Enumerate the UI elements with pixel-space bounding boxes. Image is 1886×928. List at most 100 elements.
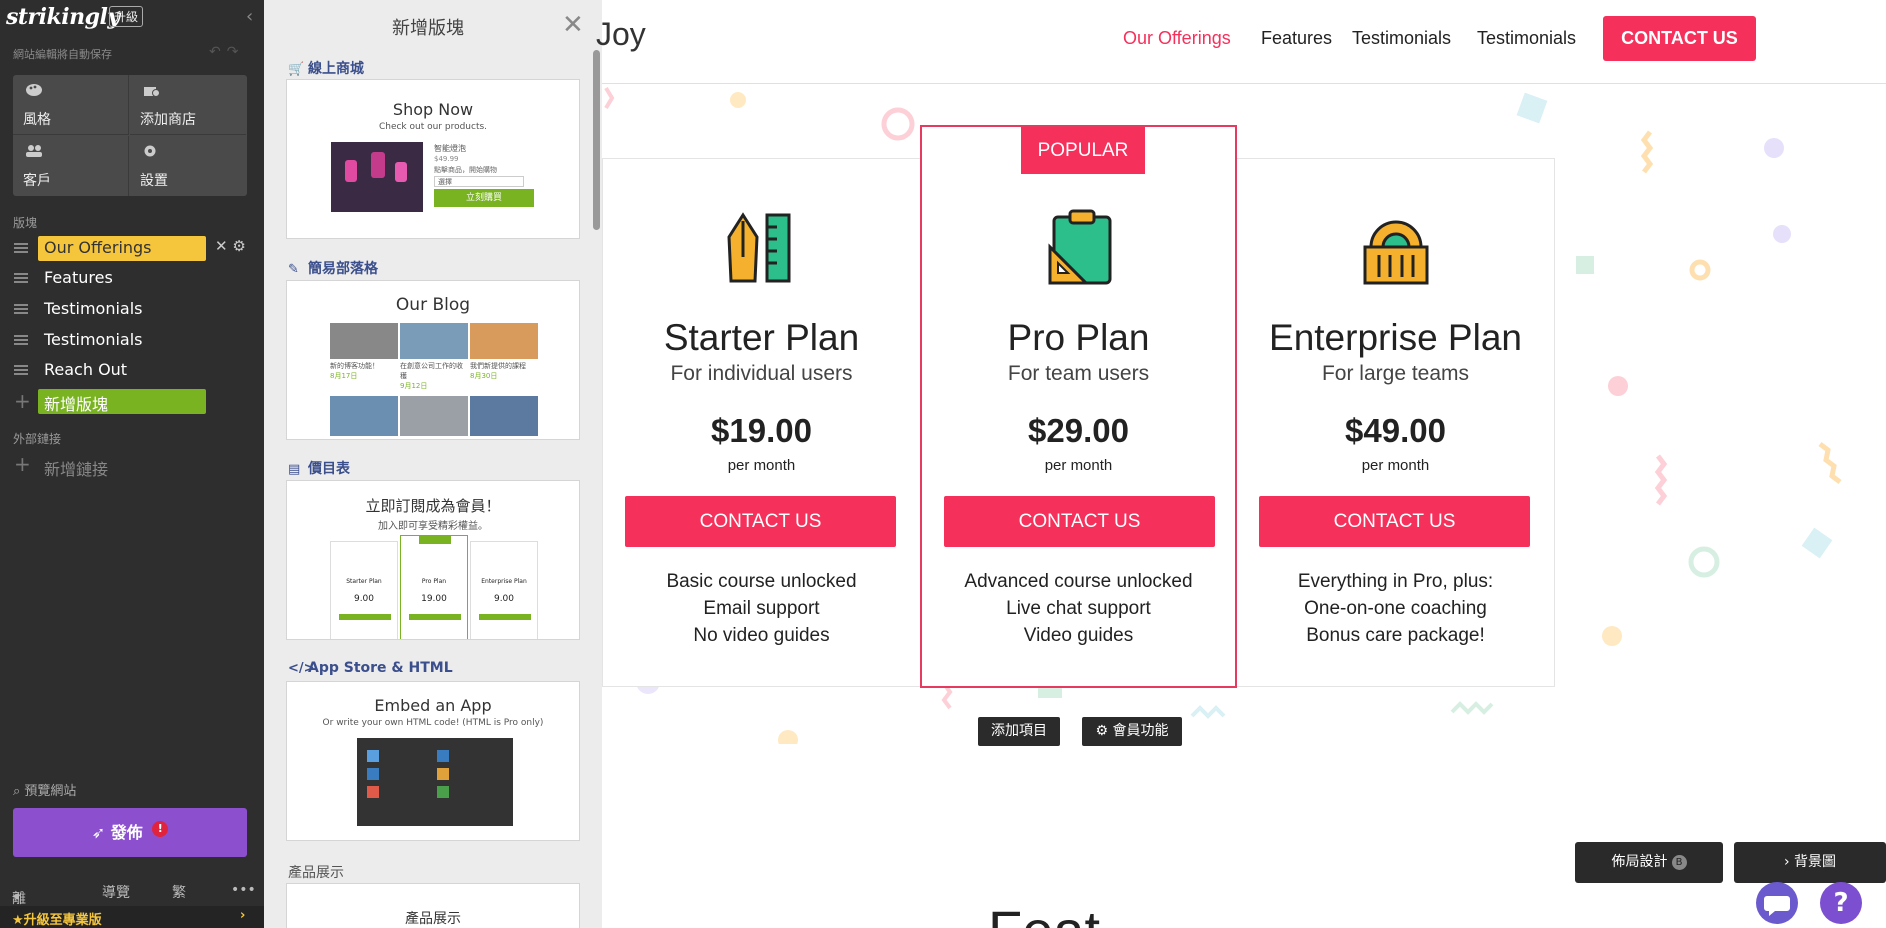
blog-section-card[interactable]: Our Blog 新的博客功能！ 在創意公司工作的收穫 我們新提供的課程 8月1… — [286, 280, 580, 440]
chevron-right-icon: › — [240, 908, 246, 923]
style-button[interactable]: 風格 — [13, 75, 129, 135]
quick-actions-grid: 風格 添加商店 客戶 設置 — [13, 75, 247, 196]
sidebar-block-features[interactable]: Features — [0, 264, 264, 292]
store-section-card[interactable]: Shop Now Check out our products. 智能燈泡 $4… — [286, 79, 580, 239]
customers-label: 客戶 — [23, 173, 51, 189]
plan-period: per month — [1361, 457, 1430, 474]
gear-icon[interactable]: ⚙ — [232, 237, 245, 255]
sidebar-footer: ◂ 離開 導覽 繁 ••• — [0, 876, 264, 927]
site-brand[interactable]: Joy — [596, 16, 646, 53]
site-header: Joy Our Offerings Features Testimonials … — [596, 0, 1886, 84]
gear-icon: ⚙ — [1095, 723, 1109, 739]
plan-contact-button[interactable]: CONTACT US — [1259, 496, 1530, 547]
clipboard-icon — [1048, 209, 1112, 285]
language-button[interactable]: 繁 — [172, 882, 186, 902]
category-product-showcase: 產品展示 — [288, 862, 344, 882]
add-item-button[interactable]: 添加項目 — [978, 717, 1060, 746]
member-feature-button[interactable]: ⚙ 會員功能 — [1082, 717, 1182, 746]
drag-handle-icon[interactable] — [14, 365, 28, 375]
sidebar-block-our-offerings[interactable]: Our Offerings ✕ ⚙ — [0, 234, 264, 262]
customers-button[interactable]: 客戶 — [13, 136, 129, 196]
collapse-sidebar-icon[interactable]: ‹ — [246, 6, 253, 27]
mini-plan-card: Starter Plan 9.00 — [330, 541, 398, 639]
drag-handle-icon[interactable] — [14, 304, 28, 314]
blog-post-date: 9月12日 — [400, 382, 428, 390]
plan-contact-button[interactable]: CONTACT US — [944, 496, 1215, 547]
plan-name: Starter Plan — [663, 317, 860, 358]
plan-feature: One-on-one coaching — [1304, 598, 1487, 619]
block-label: Testimonials — [44, 330, 143, 349]
add-block-button[interactable]: + 新增版塊 — [0, 387, 264, 415]
sidebar-top-bar: strikingly 升級 ‹ — [0, 0, 264, 34]
drag-handle-icon[interactable] — [14, 335, 28, 345]
plan-card-pro: POPULAR Pro Plan For team users $29.00 p… — [920, 125, 1237, 688]
product-image — [331, 142, 423, 212]
blog-thumb — [400, 396, 468, 436]
nav-testimonials-2[interactable]: Testimonials — [1477, 28, 1576, 49]
plan-period: per month — [1044, 457, 1113, 474]
nav-testimonials[interactable]: Testimonials — [1352, 28, 1451, 49]
plan-feature: Email support — [703, 598, 820, 619]
sidebar-block-testimonials-2[interactable]: Testimonials — [0, 326, 264, 354]
nav-button[interactable]: 導覽 — [102, 882, 130, 902]
card-title: Embed an App — [374, 696, 492, 715]
panel-title: 新增版塊 — [392, 18, 464, 39]
panel-scrollbar[interactable] — [593, 50, 600, 230]
store-icon — [144, 87, 160, 97]
settings-button[interactable]: 設置 — [130, 136, 246, 196]
alert-badge: ! — [152, 821, 169, 837]
category-label: App Store & HTML — [308, 660, 453, 676]
preview-label: 預覽網站 — [24, 784, 77, 799]
drag-handle-icon[interactable] — [14, 243, 28, 253]
add-link-label: 新增鏈接 — [44, 460, 109, 479]
upgrade-tag[interactable]: 升級 — [109, 6, 144, 27]
block-label: Testimonials — [44, 299, 143, 318]
block-label: Our Offerings — [44, 238, 152, 257]
card-title: Our Blog — [395, 295, 471, 315]
price-table-section-card[interactable]: 立即訂閱成為會員！ 加入即可享受精彩權益。 Starter Plan 9.00 … — [286, 480, 580, 640]
category-price-table: ▤ 價目表 — [288, 458, 350, 478]
header-contact-button[interactable]: CONTACT US — [1603, 16, 1756, 61]
background-image-button[interactable]: › 背景圖 — [1734, 842, 1886, 883]
chat-icon[interactable] — [1756, 882, 1798, 924]
product-showcase-card[interactable]: 產品展示 — [286, 883, 580, 928]
add-link-button[interactable]: + 新增鏈接 — [0, 452, 264, 479]
product-name: 智能燈泡 — [434, 144, 466, 153]
preview-site-link[interactable]: ⌕ 預覽網站 — [13, 780, 76, 799]
mini-plan-name: Pro Plan — [421, 578, 447, 585]
delete-icon[interactable]: ✕ — [215, 237, 228, 255]
blog-thumb — [470, 396, 538, 436]
publish-button[interactable]: ➶ 發佈 ! — [13, 808, 247, 857]
mini-plan-price: 9.00 — [353, 594, 375, 604]
more-button[interactable]: ••• — [231, 882, 256, 898]
chevron-right-icon: › — [1783, 854, 1790, 870]
nav-features[interactable]: Features — [1261, 28, 1332, 49]
features-heading: Feat — [988, 898, 1100, 928]
app-store-section-card[interactable]: Embed an App Or write your own HTML code… — [286, 681, 580, 841]
close-icon[interactable]: ✕ — [562, 10, 584, 40]
undo-redo-icons[interactable]: ↶↷ — [209, 44, 244, 60]
add-store-button[interactable]: 添加商店 — [130, 75, 246, 135]
upgrade-promo-bar[interactable]: ★升級至專業版 › — [0, 906, 264, 928]
shortcut-badge: B — [1671, 855, 1687, 870]
blog-post-date: 8月17日 — [330, 372, 358, 380]
category-label: 價目表 — [308, 461, 350, 477]
category-label: 簡易部落格 — [308, 261, 378, 277]
drag-handle-icon[interactable] — [14, 273, 28, 283]
site-preview: Joy Our Offerings Features Testimonials … — [596, 0, 1886, 928]
nav-our-offerings[interactable]: Our Offerings — [1123, 28, 1231, 49]
help-icon[interactable]: ? — [1820, 882, 1862, 924]
mini-plan-price: 9.00 — [493, 594, 515, 604]
block-tools[interactable]: ✕ ⚙ — [215, 237, 246, 255]
plan-audience: For large teams — [1321, 362, 1470, 385]
autosave-note: 網站編輯將自動保存 — [13, 48, 112, 61]
strikingly-logo[interactable]: strikingly — [6, 4, 120, 30]
product-note: 點擊商品，開始購物 — [434, 166, 497, 174]
sidebar-block-reach-out[interactable]: Reach Out — [0, 356, 264, 384]
layout-design-button[interactable]: 佈局設計 B — [1575, 842, 1723, 883]
sidebar-block-testimonials[interactable]: Testimonials — [0, 295, 264, 323]
add-block-label: 新增版塊 — [44, 395, 109, 414]
plan-contact-button[interactable]: CONTACT US — [625, 496, 896, 547]
blog-post-title: 在創意公司工作的收穫 — [400, 362, 463, 380]
blog-thumb — [400, 323, 468, 359]
